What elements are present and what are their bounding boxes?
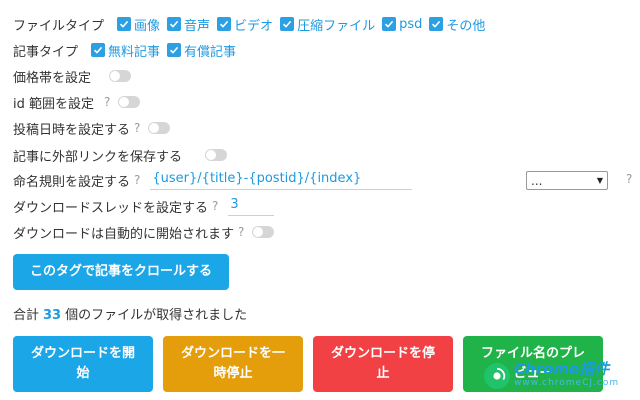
auto-start-toggle[interactable] <box>252 226 275 238</box>
price-range-toggle[interactable] <box>109 70 132 82</box>
checkmark-icon <box>91 43 106 57</box>
checkmark-icon <box>280 17 295 31</box>
checkmark-icon <box>167 43 182 57</box>
button-label: ダウンロードを停 <box>330 346 435 361</box>
post-date-label: 投稿日時を設定する <box>13 122 131 138</box>
checkbox-label: psd <box>399 16 423 32</box>
total-suffix: 個のファイルが取得されました <box>65 308 248 323</box>
save-links-label: 記事に外部リンクを保存する <box>13 149 183 165</box>
checkmark-icon <box>429 17 444 31</box>
naming-rule-select[interactable]: ... ▼ <box>526 171 608 190</box>
button-label: ダウンロードを一 <box>180 346 285 361</box>
file-type-row: ファイルタイプ 画像 音声 ビデオ 圧縮ファイル psd その他 <box>13 14 485 34</box>
download-threads-label: ダウンロードスレッドを設定する <box>13 200 209 216</box>
download-threads-row: ダウンロードスレッドを設定する ? <box>13 196 275 216</box>
checkbox-label: その他 <box>446 18 486 34</box>
checkbox-psd[interactable]: psd <box>382 17 422 32</box>
checkbox-paid-article[interactable]: 有償記事 <box>167 41 236 60</box>
id-range-toggle[interactable] <box>118 96 141 108</box>
checkmark-icon <box>217 17 232 31</box>
naming-select-value: ... <box>531 173 543 188</box>
checkbox-audio[interactable]: 音声 <box>167 15 210 34</box>
watermark-url: www.chromeCJ.com <box>514 378 620 388</box>
auto-start-row: ダウンロードは自動的に開始されます ? <box>13 222 275 242</box>
checkbox-label: 無料記事 <box>108 44 161 60</box>
start-download-button[interactable]: ダウンロードを開 始 <box>13 336 153 392</box>
checkbox-free-article[interactable]: 無料記事 <box>91 41 160 60</box>
post-date-toggle[interactable] <box>148 122 171 134</box>
button-label: 止 <box>376 366 390 381</box>
stop-download-button[interactable]: ダウンロードを停 止 <box>313 336 453 392</box>
button-label: 始 <box>76 366 90 381</box>
help-icon[interactable]: ? <box>212 199 218 213</box>
watermark-title: Chrome插件 <box>514 360 610 378</box>
caret-down-icon: ▼ <box>596 176 603 185</box>
help-icon[interactable]: ? <box>134 121 140 135</box>
checkbox-image[interactable]: 画像 <box>117 15 160 34</box>
checkmark-icon <box>382 17 397 31</box>
post-date-row: 投稿日時を設定する ? <box>13 118 171 138</box>
help-icon[interactable]: ? <box>238 225 244 239</box>
naming-rule-row: 命名規則を設定する ? <box>13 170 413 190</box>
auto-start-label: ダウンロードは自動的に開始されます <box>13 226 235 242</box>
article-type-row: 記事タイプ 無料記事 有償記事 <box>13 40 236 60</box>
article-type-label: 記事タイプ <box>13 44 79 60</box>
total-count: 33 <box>43 308 62 323</box>
price-range-row: 価格帯を設定 <box>13 66 132 86</box>
total-prefix: 合計 <box>13 308 40 323</box>
pause-download-button[interactable]: ダウンロードを一 時停止 <box>163 336 303 392</box>
checkbox-label: 有償記事 <box>184 44 237 60</box>
naming-rule-input[interactable] <box>150 170 413 190</box>
file-type-label: ファイルタイプ <box>13 18 105 34</box>
checkbox-other[interactable]: その他 <box>429 15 485 34</box>
crawl-tag-button[interactable]: このタグで記事をクロールする <box>13 254 229 290</box>
checkbox-video[interactable]: ビデオ <box>217 15 273 34</box>
checkbox-label: 画像 <box>134 18 161 34</box>
help-icon[interactable]: ? <box>626 172 632 186</box>
watermark-text: Chrome插件 www.chromeCJ.com <box>514 362 619 390</box>
help-icon[interactable]: ? <box>134 173 140 187</box>
button-label: 時停止 <box>213 366 253 381</box>
watermark: Chrome插件 www.chromeCJ.com <box>484 356 630 396</box>
help-icon[interactable]: ? <box>104 95 110 109</box>
checkbox-archive[interactable]: 圧縮ファイル <box>280 15 375 34</box>
total-count-text: 合計 33 個のファイルが取得されました <box>13 304 247 323</box>
id-range-row: id 範囲を設定 ? <box>13 92 141 112</box>
save-links-toggle[interactable] <box>205 149 228 161</box>
checkbox-label: 圧縮ファイル <box>297 18 376 34</box>
checkbox-label: ビデオ <box>234 18 274 34</box>
naming-rule-label: 命名規則を設定する <box>13 174 131 190</box>
button-label: ダウンロードを開 <box>30 346 135 361</box>
download-threads-input[interactable] <box>228 196 275 216</box>
watermark-logo-icon <box>484 363 510 389</box>
checkbox-label: 音声 <box>184 18 211 34</box>
id-range-label: id 範囲を設定 <box>13 96 94 112</box>
price-range-label: 価格帯を設定 <box>13 70 92 86</box>
checkmark-icon <box>167 17 182 31</box>
save-links-row: 記事に外部リンクを保存する <box>13 145 228 165</box>
checkmark-icon <box>117 17 132 31</box>
